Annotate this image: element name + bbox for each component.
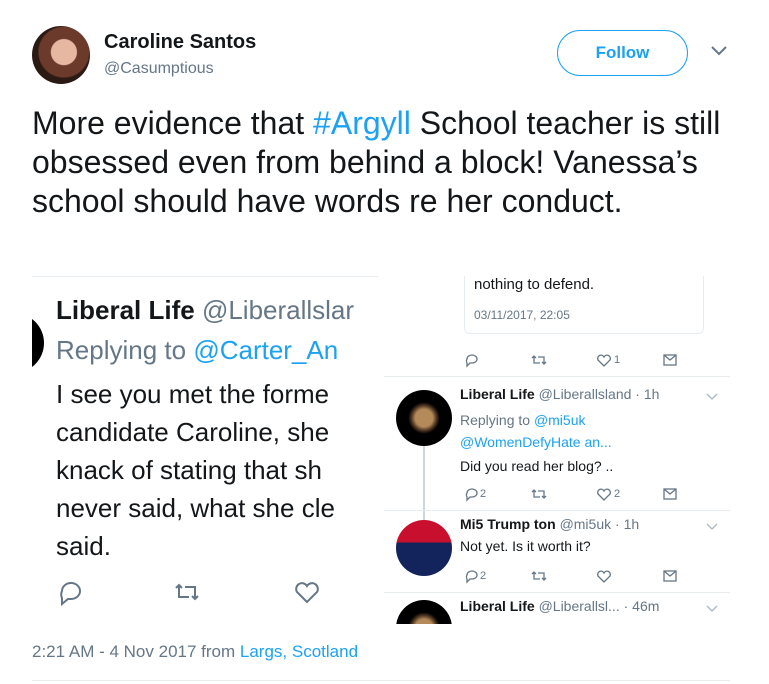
heart-icon xyxy=(597,488,611,501)
heart-icon xyxy=(597,354,611,367)
separator xyxy=(384,510,730,511)
chevron-down-icon[interactable] xyxy=(710,44,728,58)
reply-header: Mi5 Trump ton @mi5uk · 1h xyxy=(460,516,639,532)
reply-time: · 1h xyxy=(611,516,640,532)
quoted-tweet-text: nothing to defend. xyxy=(474,276,595,293)
chevron-down-icon xyxy=(706,393,718,400)
reply-text: Did you read her blog? .. xyxy=(460,458,614,474)
reply-icon xyxy=(60,582,81,607)
like-count: 1 xyxy=(614,354,621,366)
replying-handle: @mi5uk xyxy=(533,412,586,428)
heart-icon xyxy=(295,582,319,604)
chevron-down-icon xyxy=(706,605,718,612)
retweet-icon xyxy=(531,355,547,365)
reply-author-name: Mi5 Trump ton xyxy=(460,516,556,532)
reply-icon xyxy=(465,570,478,584)
tweet-text: More evidence that #Argyll School teache… xyxy=(32,104,742,221)
left-replying-prefix: Replying to xyxy=(56,335,194,365)
reply-avatar[interactable] xyxy=(396,390,452,446)
message-icon xyxy=(663,354,677,366)
left-tweet-author: Liberal Life @Liberallslar xyxy=(56,295,354,326)
left-replying-handle: @Carter_An xyxy=(193,335,339,365)
retweet-icon xyxy=(531,571,547,581)
reply-author-handle: @Liberallsl... xyxy=(538,598,620,614)
replying-handle-2: @WomenDefyHate an... xyxy=(460,434,612,450)
tweet-header: Caroline Santos @Casumptious Follow xyxy=(0,0,769,100)
reply-action-bar: 2 xyxy=(460,568,700,588)
tweet-text-before: More evidence that xyxy=(32,105,314,141)
left-tweet-body: I see you met the forme candidate Caroli… xyxy=(56,375,378,565)
left-body-line: I see you met the forme xyxy=(56,379,330,409)
left-avatar xyxy=(32,313,44,373)
author-name[interactable]: Caroline Santos xyxy=(104,31,256,54)
retweet-icon xyxy=(175,583,199,601)
message-icon xyxy=(663,570,677,582)
reply-time: · 1h xyxy=(631,386,660,402)
reply-header: Liberal Life @Liberallsl... · 46m xyxy=(460,598,659,614)
heart-icon xyxy=(597,570,611,583)
author-handle[interactable]: @Casumptious xyxy=(104,60,214,78)
hashtag-link[interactable]: #Argyll xyxy=(313,105,411,141)
reply-text: Not yet. Is it worth it? xyxy=(460,538,591,554)
left-action-bar xyxy=(56,577,356,611)
left-body-line: candidate Caroline, she xyxy=(56,417,330,447)
avatar[interactable] xyxy=(32,26,90,84)
tweet-timestamp: 2:21 AM - 4 Nov 2017 from Largs, Scotlan… xyxy=(32,642,358,662)
left-body-line: knack of stating that sh xyxy=(56,455,322,485)
tweet-media[interactable]: Liberal Life @Liberallslar Replying to @… xyxy=(32,276,730,624)
right-screenshot: nothing to defend. 03/11/2017, 22:05 1 L… xyxy=(384,276,730,624)
left-body-line: said. xyxy=(56,531,111,561)
left-body-line: never said, what she cle xyxy=(56,493,335,523)
reply-author-name: Liberal Life xyxy=(460,598,535,614)
separator xyxy=(384,592,730,593)
reply-count: 2 xyxy=(480,488,487,500)
retweet-icon xyxy=(531,489,547,499)
follow-button[interactable]: Follow xyxy=(557,30,688,76)
reply-icon xyxy=(465,354,478,368)
reply-icon xyxy=(465,488,478,502)
quoted-tweet-date: 03/11/2017, 22:05 xyxy=(474,308,570,322)
separator xyxy=(384,376,730,377)
reply-replying-to: Replying to @mi5uk xyxy=(460,412,586,428)
reply-author-handle: @Liberallsland xyxy=(538,386,632,402)
reply-author-handle: @mi5uk xyxy=(559,516,612,532)
reply-avatar[interactable] xyxy=(396,600,452,624)
left-author-name: Liberal Life xyxy=(56,295,195,325)
like-count: 2 xyxy=(614,488,621,500)
reply-count: 2 xyxy=(480,570,487,582)
timestamp-text[interactable]: 2:21 AM - 4 Nov 2017 from xyxy=(32,642,240,661)
location-link[interactable]: Largs, Scotland xyxy=(240,642,358,661)
divider xyxy=(32,680,730,681)
left-replying-to: Replying to @Carter_An xyxy=(56,335,338,366)
reply-header: Liberal Life @Liberallsland · 1h xyxy=(460,386,659,402)
reply-avatar[interactable] xyxy=(396,520,452,576)
reply-author-name: Liberal Life xyxy=(460,386,535,402)
left-author-handle: @Liberallslar xyxy=(201,295,355,325)
message-icon xyxy=(663,488,677,500)
reply-time: · 46m xyxy=(619,598,660,614)
top-action-bar: 1 xyxy=(460,352,700,372)
replying-prefix: Replying to xyxy=(460,412,534,428)
left-screenshot: Liberal Life @Liberallslar Replying to @… xyxy=(32,276,378,624)
reply-action-bar: 2 2 xyxy=(460,486,700,506)
chevron-down-icon xyxy=(706,523,718,530)
